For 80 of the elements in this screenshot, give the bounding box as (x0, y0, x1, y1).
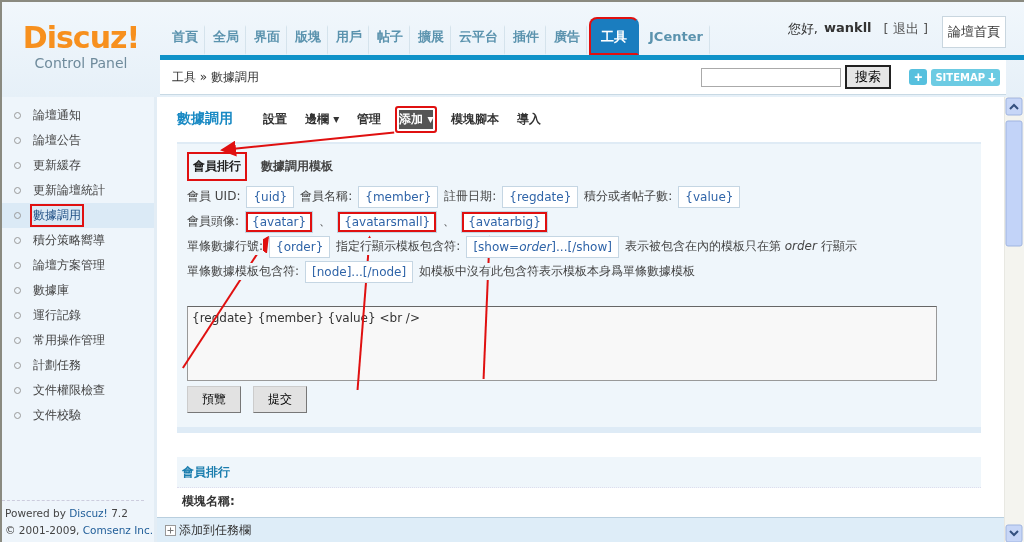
label-text: 指定行顯示模板包含符: (336, 238, 461, 255)
logo: Discuz! (22, 22, 140, 54)
search-field[interactable] (701, 67, 842, 87)
template-variable[interactable]: {order} (270, 236, 330, 257)
bullet-icon (14, 262, 21, 269)
sidebar-item[interactable]: 數據庫 (2, 278, 154, 303)
add-to-taskbar-link[interactable]: 添加到任務欄 (179, 521, 251, 539)
sidebar-item[interactable]: 常用操作管理 (2, 328, 154, 353)
breadcrumb: 工具 » 數據調用 (172, 68, 260, 86)
template-variable[interactable]: {value} (679, 186, 740, 207)
bullet-icon (14, 162, 21, 169)
template-variable[interactable]: {avatarbig} (462, 211, 547, 232)
sidebar-item[interactable]: 數據調用 (2, 203, 154, 228)
bullet-icon (14, 337, 21, 344)
template-variable[interactable]: {regdate} (503, 186, 578, 207)
version-text: 7.2 (111, 507, 128, 519)
toolbar-link[interactable]: 導入 (513, 105, 546, 133)
template-variable[interactable]: {avatar} (246, 211, 313, 232)
label-text: 表示被包含在內的模板只在第 order 行顯示 (624, 238, 857, 255)
nav-tab[interactable]: 工具 (589, 17, 639, 55)
discuz-link[interactable]: Discuz! (69, 507, 108, 519)
label-text: 會員名稱: (300, 188, 353, 205)
template-variable[interactable]: [node]...[/node] (306, 261, 413, 282)
scrollbar[interactable] (1005, 97, 1024, 542)
label-text: 單條數據行號: (187, 238, 264, 255)
separator-text: 、 (319, 213, 332, 230)
bullet-icon (14, 137, 21, 144)
field-label: 模塊名稱: (181, 493, 236, 510)
down-arrow-icon (988, 72, 996, 82)
action-button[interactable]: 提交 (253, 386, 307, 413)
logout-link[interactable]: [ 退出 ] (883, 20, 928, 38)
sidebar-item[interactable]: 論壇方案管理 (2, 253, 154, 278)
username: wankll (823, 20, 872, 35)
sidebar-item[interactable]: 積分策略嚮導 (2, 228, 154, 253)
template-variable[interactable]: {uid} (247, 186, 294, 207)
tab[interactable]: 會員排行 (187, 152, 247, 181)
label-text: 會員 UID: (187, 188, 241, 205)
label-text: 如模板中沒有此包含符表示模板本身爲單條數據模板 (419, 263, 696, 280)
label-text: 積分或者帖子數: (584, 188, 673, 205)
bullet-icon (14, 187, 21, 194)
label-text: 會員頭像: (187, 213, 240, 230)
separator-text: 、 (443, 213, 456, 230)
toolbar-link[interactable]: 邊欄 ▾ (301, 105, 344, 133)
logo-subtitle: Control Panel (34, 54, 128, 72)
bullet-icon (14, 212, 21, 219)
bullet-icon (14, 312, 21, 319)
label-text: 註冊日期: (444, 188, 497, 205)
bullet-icon (14, 112, 21, 119)
bullet-icon (14, 362, 21, 369)
bullet-icon (14, 387, 21, 394)
toolbar-link[interactable]: 模塊腳本 (447, 105, 504, 133)
search-button[interactable]: 搜索 (845, 65, 892, 89)
sidebar-item[interactable]: 文件校驗 (2, 403, 154, 428)
label-text: 單條數據模板包含符: (187, 263, 300, 280)
template-variable[interactable]: {avatarsmall} (338, 211, 437, 232)
sidebar-item[interactable]: 更新論壇統計 (2, 178, 154, 203)
toolbar-link[interactable]: 設置 (259, 105, 291, 133)
sidebar-item[interactable]: 論壇通知 (2, 103, 154, 128)
sidebar-item[interactable]: 運行記錄 (2, 303, 154, 328)
sidebar-item[interactable]: 更新緩存 (2, 153, 154, 178)
tab[interactable]: 數據調用模板 (255, 152, 339, 181)
footer-text: Powered by (5, 507, 66, 519)
sidebar-item[interactable]: 論壇公告 (2, 128, 154, 153)
toolbar-link[interactable]: 管理 (353, 105, 386, 133)
sidebar-item[interactable]: 文件權限檢查 (2, 378, 154, 403)
forum-home-button[interactable]: 論壇首頁 (942, 16, 1006, 48)
action-button[interactable]: 預覽 (187, 386, 241, 413)
toolbar-link[interactable]: 添加 ▾ (395, 105, 438, 133)
section-title: 會員排行 (182, 463, 230, 481)
bullet-icon (14, 237, 21, 244)
comsenz-link[interactable]: Comsenz Inc. (82, 524, 154, 536)
template-variable[interactable]: [show=order]...[/show] (467, 236, 618, 257)
page-title: 數據調用 (177, 110, 233, 128)
bullet-icon (14, 287, 21, 294)
template-variable[interactable]: {member} (359, 186, 438, 207)
greeting: 您好, (787, 20, 818, 38)
plus-icon (165, 524, 176, 536)
bullet-icon (14, 412, 21, 419)
sidebar-item[interactable]: 計劃任務 (2, 353, 154, 378)
copyright-text: © 2001-2009, (5, 524, 80, 536)
